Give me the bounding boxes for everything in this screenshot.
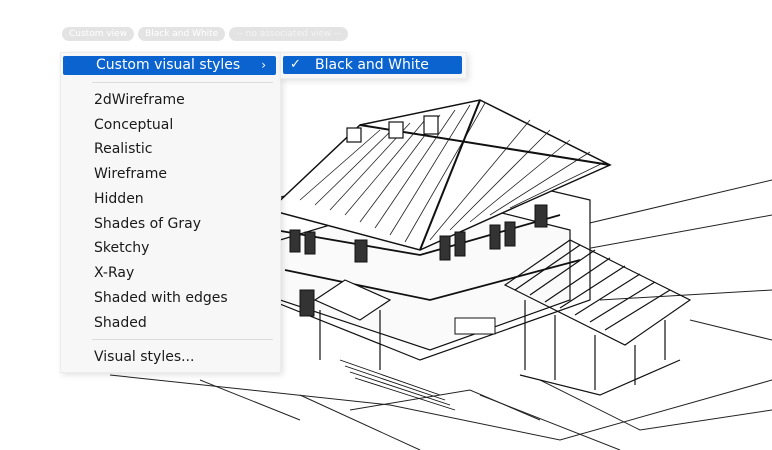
visual-style-control[interactable]: Black and White	[138, 27, 226, 41]
chevron-right-icon: ›	[261, 58, 266, 72]
menu-item-2dwireframe[interactable]: 2dWireframe	[61, 88, 280, 112]
menu-item-label: Custom visual styles	[96, 57, 241, 73]
associated-view-control[interactable]: -- no associated view --	[229, 27, 348, 41]
view-cube-control[interactable]: Custom view	[62, 27, 135, 41]
menu-item-shaded[interactable]: Shaded	[61, 311, 280, 335]
menu-item-shades-of-gray[interactable]: Shades of Gray	[61, 212, 280, 236]
custom-visual-styles-submenu: ✓ Black and White	[280, 52, 467, 79]
menu-item-conceptual[interactable]: Conceptual	[61, 113, 280, 137]
menu-item-hidden[interactable]: Hidden	[61, 187, 280, 211]
menu-item-visual-styles-manager[interactable]: Visual styles...	[61, 345, 280, 369]
checkmark-icon: ✓	[290, 57, 301, 72]
submenu-item-black-and-white[interactable]: ✓ Black and White	[283, 56, 462, 74]
menu-item-shaded-with-edges[interactable]: Shaded with edges	[61, 286, 280, 310]
menu-item-x-ray[interactable]: X-Ray	[61, 261, 280, 285]
menu-item-custom-visual-styles[interactable]: Custom visual styles ›	[63, 56, 276, 75]
menu-item-wireframe[interactable]: Wireframe	[61, 162, 280, 186]
viewport-controls: Custom view Black and White -- no associ…	[62, 27, 348, 41]
menu-separator	[92, 339, 273, 340]
menu-item-realistic[interactable]: Realistic	[61, 137, 280, 161]
menu-item-sketchy[interactable]: Sketchy	[61, 236, 280, 260]
menu-separator	[92, 82, 273, 83]
submenu-item-label: Black and White	[315, 57, 429, 73]
visual-styles-menu: Custom visual styles › 2dWireframe Conce…	[60, 52, 281, 373]
